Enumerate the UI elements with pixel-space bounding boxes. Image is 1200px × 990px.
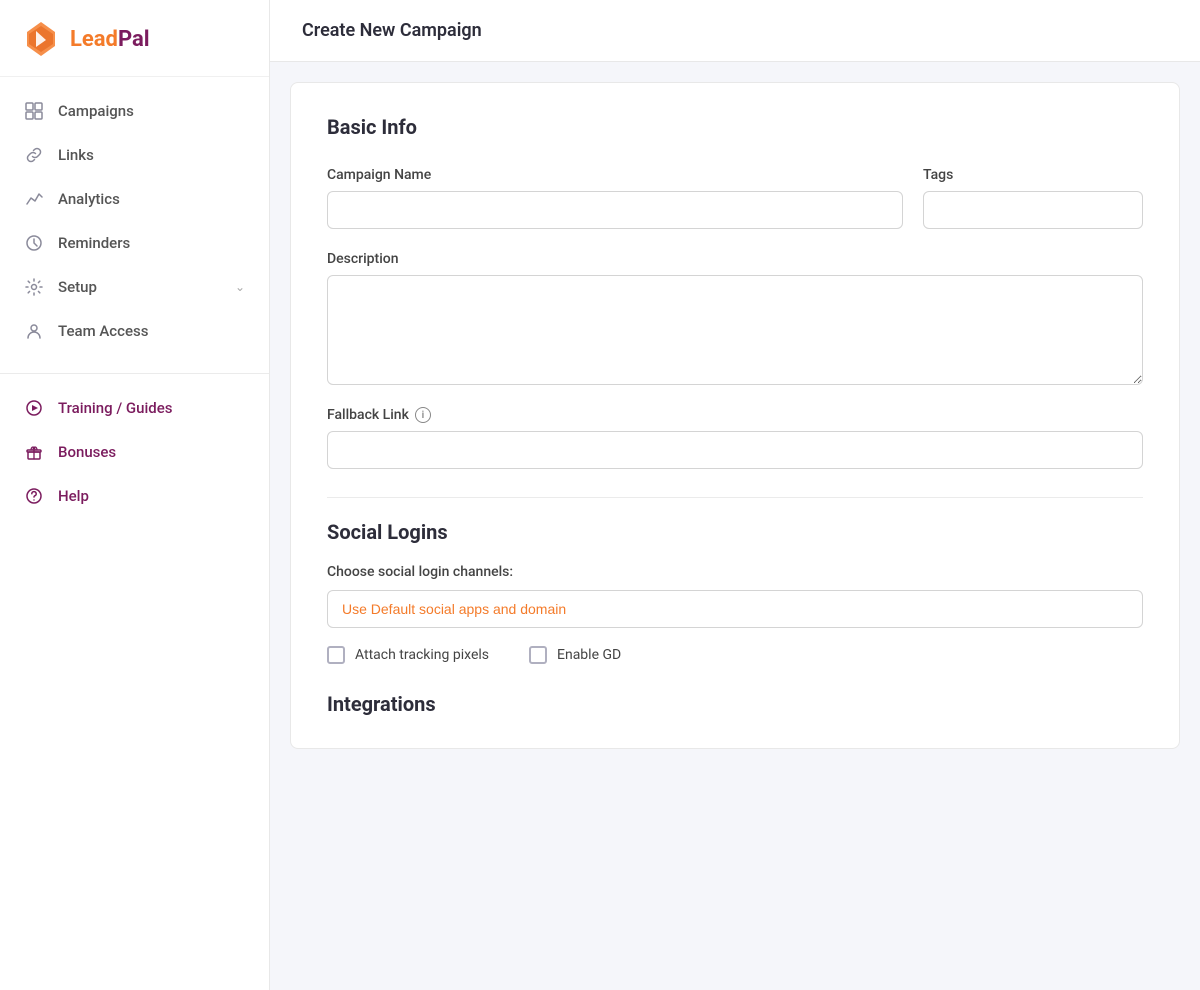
sidebar-item-bonuses[interactable]: Bonuses: [0, 430, 269, 474]
sidebar-item-campaigns[interactable]: Campaigns: [0, 89, 269, 133]
secondary-nav: Training / Guides Bonuses Help: [0, 382, 269, 522]
campaign-name-label: Campaign Name: [327, 167, 903, 183]
gear-icon: [24, 277, 44, 297]
help-circle-icon: [24, 486, 44, 506]
attach-pixels-checkbox[interactable]: [327, 646, 345, 664]
sidebar-item-training-guides-label: Training / Guides: [58, 399, 173, 417]
play-circle-icon: [24, 398, 44, 418]
description-group: Description: [327, 251, 1143, 385]
social-logins-title: Social Logins: [327, 520, 1143, 544]
fallback-link-label: Fallback Link i: [327, 407, 1143, 423]
sidebar-item-analytics-label: Analytics: [58, 190, 245, 208]
sidebar-item-reminders-label: Reminders: [58, 234, 245, 252]
link-icon: [24, 145, 44, 165]
sidebar-item-links[interactable]: Links: [0, 133, 269, 177]
attach-pixels-checkbox-item[interactable]: Attach tracking pixels: [327, 646, 489, 664]
campaign-name-row: Campaign Name Tags: [327, 167, 1143, 229]
fallback-link-info-icon[interactable]: i: [415, 407, 431, 423]
sidebar-item-setup-label: Setup: [58, 278, 235, 296]
tags-label: Tags: [923, 167, 1143, 183]
logo-area: LeadPal: [0, 0, 269, 77]
form-card: Basic Info Campaign Name Tags Descriptio…: [290, 82, 1180, 749]
social-channels-group: Choose social login channels: Use Defaul…: [327, 564, 1143, 628]
person-icon: [24, 321, 44, 341]
social-channels-label: Choose social login channels:: [327, 564, 1143, 580]
tags-group: Tags: [923, 167, 1143, 229]
logo-text: LeadPal: [70, 27, 150, 52]
social-channels-select[interactable]: Use Default social apps and domain: [327, 590, 1143, 628]
chevron-down-icon: ⌄: [235, 280, 245, 294]
sidebar: LeadPal Campaigns Links: [0, 0, 270, 990]
logo-icon: [20, 18, 62, 60]
description-textarea[interactable]: [327, 275, 1143, 385]
description-label: Description: [327, 251, 1143, 267]
sidebar-item-reminders[interactable]: Reminders: [0, 221, 269, 265]
gift-icon: [24, 442, 44, 462]
sidebar-item-bonuses-label: Bonuses: [58, 443, 116, 461]
integrations-title: Integrations: [327, 692, 1143, 716]
page-title: Create New Campaign: [302, 20, 1168, 41]
basic-info-title: Basic Info: [327, 115, 1143, 139]
sidebar-item-help[interactable]: Help: [0, 474, 269, 518]
section-divider: [327, 497, 1143, 498]
enable-gdpr-label: Enable GD: [557, 647, 621, 663]
sidebar-item-team-access[interactable]: Team Access: [0, 309, 269, 353]
sidebar-item-training-guides[interactable]: Training / Guides: [0, 386, 269, 430]
campaign-name-group: Campaign Name: [327, 167, 903, 229]
primary-nav: Campaigns Links Analytics: [0, 77, 269, 365]
checkbox-row: Attach tracking pixels Enable GD: [327, 646, 1143, 664]
sidebar-item-team-access-label: Team Access: [58, 322, 245, 340]
fallback-link-group: Fallback Link i: [327, 407, 1143, 469]
sidebar-item-help-label: Help: [58, 487, 89, 505]
attach-pixels-label: Attach tracking pixels: [355, 647, 489, 663]
tags-input[interactable]: [923, 191, 1143, 229]
enable-gdpr-checkbox-item[interactable]: Enable GD: [529, 646, 621, 664]
sidebar-item-campaigns-label: Campaigns: [58, 102, 245, 120]
clock-icon: [24, 233, 44, 253]
main-content: Create New Campaign Basic Info Campaign …: [270, 0, 1200, 990]
fallback-link-input[interactable]: [327, 431, 1143, 469]
sidebar-item-links-label: Links: [58, 146, 245, 164]
sidebar-item-setup[interactable]: Setup ⌄: [0, 265, 269, 309]
grid-icon: [24, 101, 44, 121]
nav-divider: [0, 373, 269, 374]
enable-gdpr-checkbox[interactable]: [529, 646, 547, 664]
campaign-name-input[interactable]: [327, 191, 903, 229]
analytics-icon: [24, 189, 44, 209]
sidebar-item-analytics[interactable]: Analytics: [0, 177, 269, 221]
page-header: Create New Campaign: [270, 0, 1200, 62]
